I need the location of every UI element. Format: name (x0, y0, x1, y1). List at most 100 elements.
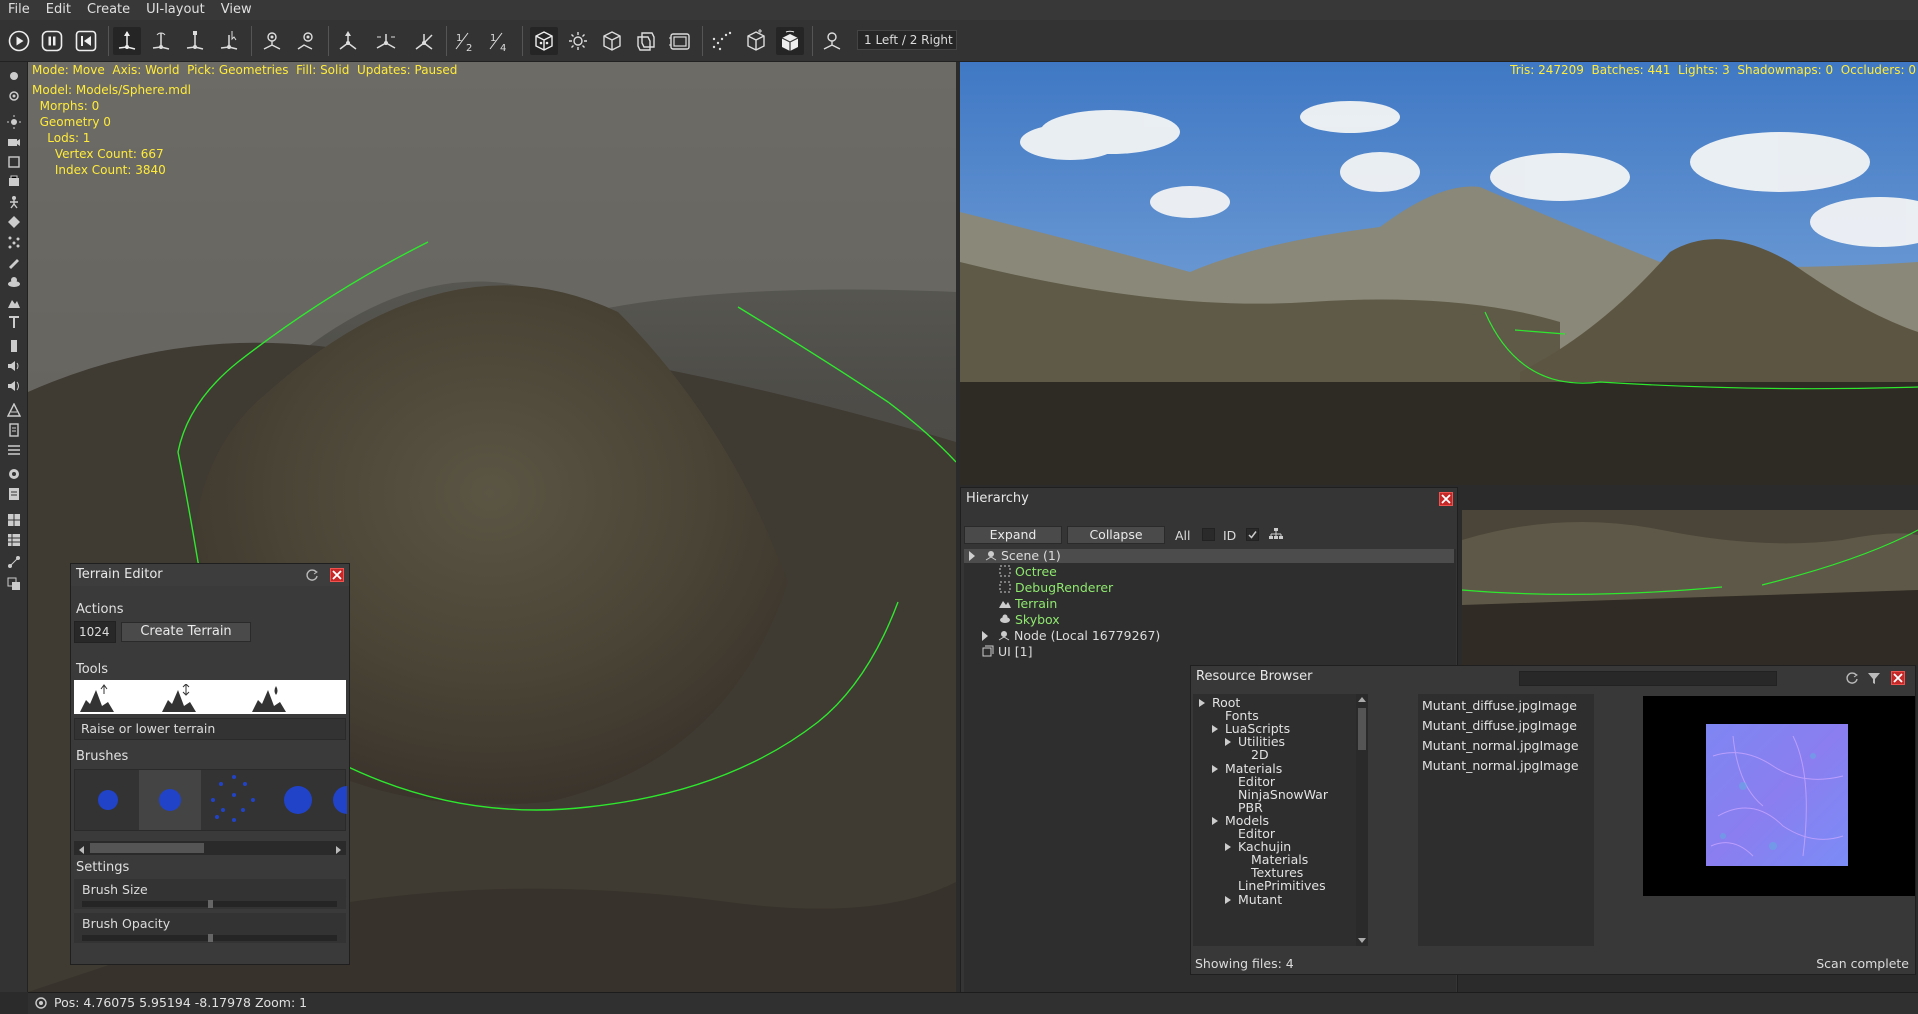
create-light-button[interactable] (3, 112, 25, 132)
create-ui-element-button[interactable] (3, 464, 25, 484)
directory-row[interactable]: Mutant (1225, 892, 1282, 908)
select-tool-button[interactable] (215, 27, 243, 55)
expand-button[interactable]: Expand (964, 526, 1062, 544)
brush-selected[interactable] (139, 770, 201, 830)
light-pick-button[interactable] (666, 27, 694, 55)
scene-row[interactable]: Scene (1) (969, 548, 1061, 564)
pick-component-button[interactable] (292, 27, 320, 55)
viewport-layout-select[interactable]: 1 Left / 2 Right (857, 30, 957, 50)
scroll-right-arrow[interactable] (334, 846, 342, 854)
scale-tool-button[interactable] (181, 27, 209, 55)
collapse-button[interactable]: Collapse (1067, 526, 1165, 544)
node-row[interactable]: Node (Local 16779267) (982, 628, 1160, 644)
restart-button[interactable] (72, 27, 100, 55)
create-node-button[interactable] (3, 66, 25, 86)
ui-element-pick-button[interactable] (776, 27, 804, 55)
brush-opacity-slider[interactable] (82, 934, 337, 942)
pause-button[interactable] (38, 27, 66, 55)
brush-partial[interactable] (331, 770, 347, 830)
snap-button[interactable] (410, 27, 438, 55)
brush-large[interactable] (267, 770, 329, 830)
debugrenderer-row[interactable]: DebugRenderer (999, 580, 1113, 596)
create-list-button[interactable] (3, 574, 25, 594)
skybox-row[interactable]: Skybox (999, 612, 1060, 628)
menu-view[interactable]: View (213, 0, 260, 20)
create-spline-button[interactable] (3, 440, 25, 460)
zone-pick-button[interactable] (708, 27, 736, 55)
create-static-model-button[interactable] (3, 172, 25, 192)
create-sound-button[interactable] (3, 336, 25, 356)
create-camera-button[interactable] (3, 132, 25, 152)
create-table-button[interactable] (3, 530, 25, 550)
bottom-right-viewport[interactable] (1462, 510, 1918, 665)
directory-scroll-thumb[interactable] (1358, 708, 1366, 750)
menu-file[interactable]: File (0, 0, 38, 20)
create-particle-button[interactable] (3, 232, 25, 252)
file-row[interactable]: Mutant_diffuse.jpgImage (1422, 698, 1577, 714)
file-row[interactable]: Mutant_normal.jpgImage (1422, 758, 1579, 774)
camera-button[interactable] (818, 27, 846, 55)
rotate-tool-button[interactable] (147, 27, 175, 55)
move-tool-button[interactable] (113, 27, 141, 55)
file-row[interactable]: Mutant_diffuse.jpgImage (1422, 718, 1577, 734)
menu-ui-layout[interactable]: UI-layout (138, 0, 213, 20)
half-snap-button[interactable]: 12 (452, 27, 480, 55)
menu-edit[interactable]: Edit (38, 0, 79, 20)
terrain-row[interactable]: Terrain (999, 596, 1057, 612)
hierarchy-tree-mode-button[interactable] (1269, 527, 1283, 541)
create-zone-button[interactable] (3, 152, 25, 172)
hierarchy-close-button[interactable] (1439, 492, 1453, 506)
brush-scrollbar[interactable] (74, 841, 346, 855)
create-window-button[interactable] (3, 484, 25, 504)
brush-scatter[interactable] (203, 770, 265, 830)
directory-scrollbar[interactable] (1356, 694, 1368, 946)
brush-size-slider[interactable] (82, 900, 337, 908)
pick-node-button[interactable] (258, 27, 286, 55)
create-terrain-button[interactable]: Create Terrain (121, 622, 251, 642)
smooth-tool[interactable] (252, 684, 286, 712)
brush-small[interactable] (75, 770, 137, 830)
create-text-button[interactable] (3, 312, 25, 332)
terrain-size-input[interactable]: 1024 (74, 621, 116, 643)
play-button[interactable] (5, 27, 33, 55)
resource-search-input[interactable] (1519, 671, 1777, 686)
quarter-snap-button[interactable]: 14 (486, 27, 514, 55)
create-terrain-button[interactable] (3, 292, 25, 312)
create-replicated-node-button[interactable] (3, 86, 25, 106)
fill-wireframe-button[interactable] (564, 27, 592, 55)
id-checkbox[interactable] (1246, 528, 1259, 541)
create-connector-button[interactable] (3, 552, 25, 572)
resource-refresh-button[interactable] (1845, 671, 1859, 685)
resource-filter-button[interactable] (1867, 671, 1881, 685)
terrain-editor-close-button[interactable] (330, 568, 344, 582)
ui-row[interactable]: UI [1] (982, 644, 1033, 660)
refresh-button[interactable] (305, 568, 319, 582)
axis-world-button[interactable] (334, 27, 362, 55)
brush-size-slider-handle[interactable] (207, 900, 213, 908)
create-script-button[interactable] (3, 420, 25, 440)
rigidbody-pick-button[interactable] (742, 27, 770, 55)
scroll-left-arrow[interactable] (78, 846, 86, 854)
resource-browser-close-button[interactable] (1891, 671, 1905, 685)
right-viewport[interactable]: Tris: 247209 Batches: 441 Lights: 3 Shad… (960, 62, 1918, 485)
fill-solid-button[interactable] (598, 27, 626, 55)
axis-local-button[interactable] (372, 27, 400, 55)
set-height-tool[interactable] (162, 684, 196, 712)
octree-row[interactable]: Octree (999, 564, 1057, 580)
create-rigidbody-button[interactable] (3, 272, 25, 292)
geometry-pick-button[interactable] (632, 27, 660, 55)
brush-opacity-slider-handle[interactable] (207, 934, 213, 942)
create-animated-model-button[interactable] (3, 192, 25, 212)
all-checkbox[interactable] (1202, 528, 1215, 541)
raise-lower-tool[interactable] (80, 684, 114, 712)
fill-points-button[interactable] (530, 27, 558, 55)
create-sound-3d-button[interactable] (3, 356, 25, 376)
file-row[interactable]: Mutant_normal.jpgImage (1422, 738, 1579, 754)
menu-create[interactable]: Create (79, 0, 138, 20)
scroll-thumb[interactable] (90, 843, 204, 853)
create-billboard-button[interactable] (3, 212, 25, 232)
create-navmesh-button[interactable] (3, 400, 25, 420)
create-decal-button[interactable] (3, 252, 25, 272)
create-grid-button[interactable] (3, 510, 25, 530)
create-listener-button[interactable] (3, 376, 25, 396)
